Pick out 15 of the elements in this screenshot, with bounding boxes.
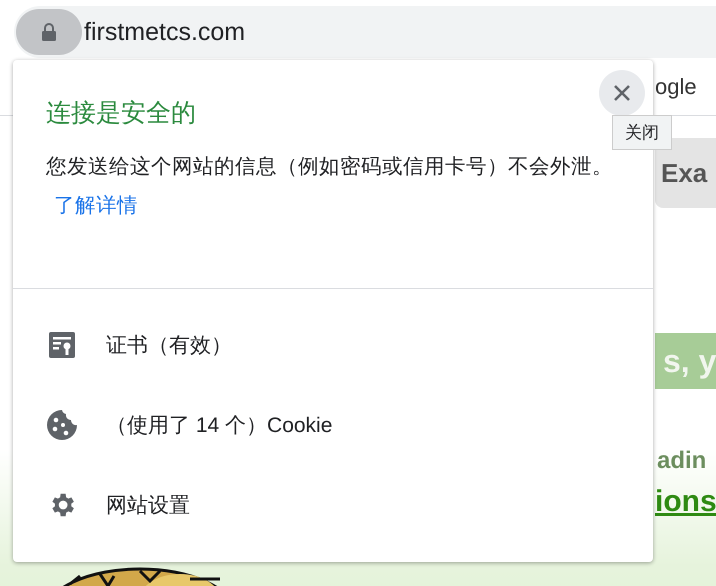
- security-description: 您发送给这个网站的信息（例如密码或信用卡号）不会外泄。 了解详情: [46, 154, 614, 219]
- close-tooltip: 关闭: [612, 115, 672, 150]
- page-banner: s, y: [655, 333, 716, 389]
- menu-item-label: （使用了 14 个）Cookie: [106, 413, 332, 439]
- menu-item-label: 网站设置: [106, 493, 190, 519]
- bookmark-label[interactable]: ogle: [655, 74, 716, 100]
- popup-menu-item[interactable]: 网站设置: [13, 465, 653, 545]
- page-subheading: adin: [656, 447, 708, 475]
- menu-item-label: 证书（有效）: [106, 333, 232, 359]
- popup-title: 连接是安全的: [46, 98, 197, 129]
- popup-menu-item[interactable]: 证书（有效）: [13, 305, 653, 385]
- url-text[interactable]: firstmetcs.com: [84, 18, 246, 46]
- learn-more-link[interactable]: 了解详情: [54, 194, 138, 217]
- page-link[interactable]: ions: [655, 485, 716, 519]
- popup-menu-item[interactable]: （使用了 14 个）Cookie: [13, 385, 653, 465]
